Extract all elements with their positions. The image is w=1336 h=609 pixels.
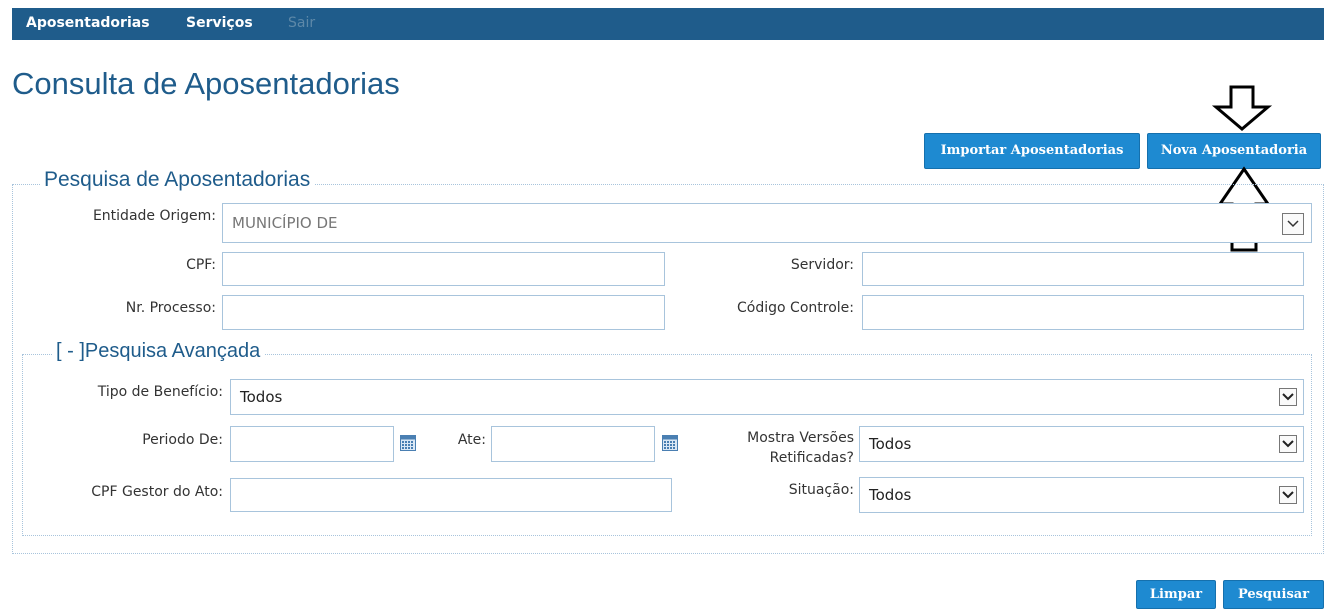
calendar-icon[interactable] (400, 435, 416, 451)
tipo-beneficio-select[interactable]: Todos (230, 379, 1304, 415)
entidade-origem-label: Entidade Origem: (92, 208, 216, 224)
down-arrow-icon (1211, 85, 1273, 131)
nav-item-sair[interactable]: Sair (288, 15, 315, 31)
situacao-label: Situação: (788, 482, 854, 498)
nova-aposentadoria-button[interactable]: Nova Aposentadoria (1147, 133, 1321, 169)
codigo-controle-label: Código Controle: (737, 300, 854, 316)
cpf-gestor-input[interactable] (230, 478, 672, 512)
top-nav-bar: Aposentadorias Serviços Sair (12, 8, 1324, 40)
entidade-origem-select[interactable]: MUNICÍPIO DE (222, 203, 1312, 243)
tipo-beneficio-label: Tipo de Benefício: (97, 384, 223, 400)
search-legend: Pesquisa de Aposentadorias (40, 168, 315, 192)
mostra-versoes-label: Mostra Versões Retificadas? (690, 428, 854, 468)
situacao-select[interactable]: Todos (859, 477, 1304, 513)
chevron-down-icon (1279, 486, 1297, 504)
cpf-input[interactable] (222, 252, 665, 286)
nav-item-servicos[interactable]: Serviços (186, 15, 253, 31)
cpf-gestor-label: CPF Gestor do Ato: (91, 484, 223, 500)
mostra-versoes-label-line1: Mostra Versões (747, 430, 854, 446)
calendar-icon[interactable] (662, 435, 678, 451)
ate-input[interactable] (491, 426, 655, 462)
periodo-de-input[interactable] (230, 426, 394, 462)
chevron-down-icon (1279, 388, 1297, 406)
entidade-origem-value: MUNICÍPIO DE (232, 214, 338, 232)
nr-processo-label: Nr. Processo: (125, 300, 216, 316)
advanced-search-toggle[interactable]: [ - ]Pesquisa Avançada (52, 340, 265, 363)
codigo-controle-input[interactable] (862, 295, 1304, 330)
nr-processo-input[interactable] (222, 295, 665, 330)
tipo-beneficio-value: Todos (240, 388, 283, 406)
chevron-down-icon (1279, 435, 1297, 453)
servidor-input[interactable] (862, 252, 1304, 286)
import-aposentadorias-button[interactable]: Importar Aposentadorias (924, 133, 1140, 169)
ate-label: Ate: (457, 432, 486, 448)
mostra-versoes-select[interactable]: Todos (859, 426, 1304, 462)
mostra-versoes-value: Todos (869, 435, 912, 453)
servidor-label: Servidor: (790, 257, 854, 273)
cpf-label: CPF: (186, 257, 216, 273)
pesquisar-button[interactable]: Pesquisar (1223, 580, 1324, 609)
nav-item-aposentadorias[interactable]: Aposentadorias (26, 15, 150, 31)
limpar-button[interactable]: Limpar (1136, 580, 1216, 609)
periodo-de-label: Periodo De: (142, 432, 223, 448)
chevron-down-icon[interactable] (1282, 213, 1304, 235)
page-title: Consulta de Aposentadorias (12, 66, 400, 101)
mostra-versoes-label-line2: Retificadas? (769, 450, 854, 466)
situacao-value: Todos (869, 486, 912, 504)
